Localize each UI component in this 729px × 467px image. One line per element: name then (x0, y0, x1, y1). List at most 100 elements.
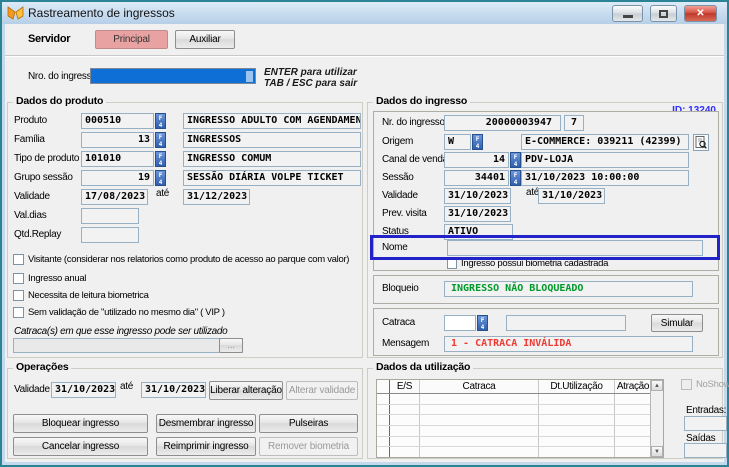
leitura-biometrica-checkbox-label: Necessita de leitura biometrica (28, 290, 149, 301)
nr-ingresso-field[interactable]: 20000003947 (444, 115, 561, 131)
catracas-permitidas-field[interactable] (13, 338, 243, 353)
minimize-button[interactable] (612, 5, 643, 22)
header-es: E/S (390, 380, 420, 393)
operations-validade-from-field[interactable]: 31/10/2023 (51, 382, 116, 398)
product-validade-ate-label: até (156, 188, 169, 199)
biometria-cadastrada-checkbox[interactable]: Ingresso possui biometria cadastrada (447, 258, 608, 269)
product-group: Dados do produto Produto 000510 F4 INGRE… (7, 102, 363, 358)
bloquear-ingresso-button[interactable]: Bloquear ingresso (13, 414, 148, 433)
sessao-code-field[interactable]: 34401 (444, 170, 509, 186)
catraca-lookup-button[interactable]: F4 (477, 315, 488, 331)
close-button[interactable]: ✕ (684, 5, 717, 22)
liberar-alteracao-button[interactable]: Liberar alteração (209, 381, 283, 400)
table-row[interactable] (377, 437, 663, 448)
f4-icon: 4 (159, 179, 163, 186)
catracas-browse-button[interactable]: ... (219, 338, 243, 353)
enter-hint: ENTER para utilizar (264, 67, 357, 78)
tipo-produto-code-field[interactable]: 101010 (81, 151, 154, 167)
canal-venda-desc-field: PDV-LOJA (521, 152, 689, 168)
f4-icon: 4 (476, 143, 480, 150)
tipo-produto-label: Tipo de produto (14, 153, 79, 164)
origem-lookup-button[interactable]: F4 (472, 134, 483, 150)
table-row[interactable] (377, 447, 663, 457)
table-row[interactable] (377, 394, 663, 405)
alterar-validade-button[interactable]: Alterar validade (286, 381, 358, 400)
nome-label: Nome (382, 242, 407, 253)
operations-validade-to-field[interactable]: 31/10/2023 (141, 382, 206, 398)
ticket-number-input[interactable] (90, 68, 256, 84)
scroll-down-icon[interactable]: ▼ (651, 446, 663, 457)
visitante-checkbox[interactable]: Visitante (considerar nos relatorios com… (13, 254, 349, 265)
val-dias-label: Val.dias (14, 210, 46, 221)
operations-validade-ate-label: até (120, 381, 133, 392)
app-window: Rastreamento de ingressos ✕ Servidor Pri… (0, 0, 729, 467)
sessao-label: Sessão (382, 172, 414, 183)
ticket-group-title: Dados do ingresso (373, 95, 470, 107)
nr-ingresso-digit-field[interactable]: 7 (564, 115, 584, 131)
prev-visita-label: Prev. visita (382, 208, 427, 219)
f4-icon: F (159, 153, 163, 160)
vip-checkbox[interactable]: Sem validação de "utilizado no mesmo dia… (13, 307, 225, 318)
leitura-biometrica-checkbox[interactable]: Necessita de leitura biometrica (13, 290, 149, 301)
minimize-icon (623, 15, 633, 18)
usage-table[interactable]: E/S Catraca Dt.Utilização Atração (376, 379, 664, 458)
familia-desc-field: INGRESSOS (183, 132, 361, 148)
origem-detail-button[interactable] (693, 134, 709, 151)
qtd-replay-field[interactable] (81, 227, 139, 243)
table-row[interactable] (377, 405, 663, 416)
origem-code-field[interactable]: W (444, 134, 471, 150)
table-row[interactable] (377, 426, 663, 437)
text-caret (246, 71, 253, 82)
nome-field[interactable] (447, 240, 703, 256)
grupo-sessao-lookup-button[interactable]: F4 (155, 170, 166, 186)
tab-esc-hint: TAB / ESC para sair (264, 78, 357, 89)
checkbox-box-icon (13, 307, 24, 318)
tipo-produto-lookup-button[interactable]: F4 (155, 151, 166, 167)
document-magnifier-icon (695, 136, 707, 149)
cancelar-ingresso-button[interactable]: Cancelar ingresso (13, 437, 148, 456)
sessao-lookup-button[interactable]: F4 (510, 170, 521, 186)
f4-icon: 4 (159, 141, 163, 148)
ingresso-anual-checkbox[interactable]: Ingresso anual (13, 273, 86, 284)
reimprimir-ingresso-button[interactable]: Reimprimir ingresso (156, 437, 256, 456)
checkbox-box-icon (447, 259, 457, 269)
table-scrollbar[interactable]: ▲ ▼ (650, 380, 663, 457)
produto-lookup-button[interactable]: F4 (155, 113, 166, 129)
simular-button[interactable]: Simular (651, 314, 703, 332)
familia-code-field[interactable]: 13 (81, 132, 154, 148)
mensagem-label: Mensagem (382, 338, 429, 349)
grupo-sessao-code-field[interactable]: 19 (81, 170, 154, 186)
operations-group: Operações Validade 31/10/2023 até 31/10/… (7, 368, 363, 459)
f4-icon: 4 (514, 161, 518, 168)
usage-table-body (377, 394, 663, 457)
catraca-code-field[interactable] (444, 315, 476, 331)
product-validade-to-field[interactable]: 31/12/2023 (183, 189, 250, 205)
f4-icon: F (159, 172, 163, 179)
ticket-number-label: Nro. do ingresso (28, 71, 97, 82)
val-dias-field[interactable] (81, 208, 139, 224)
produto-code-field[interactable]: 000510 (81, 113, 154, 129)
desmembrar-ingresso-button[interactable]: Desmembrar ingresso (156, 414, 256, 433)
product-group-title: Dados do produto (13, 95, 106, 107)
remover-biometria-button[interactable]: Remover biometria (259, 437, 358, 456)
scroll-up-icon[interactable]: ▲ (651, 380, 663, 391)
prev-visita-field[interactable]: 31/10/2023 (444, 206, 511, 222)
server-auxiliar-button[interactable]: Auxiliar (175, 30, 235, 49)
client-area: Servidor Principal Auxiliar Nro. do ingr… (5, 24, 724, 462)
noshow-checkbox[interactable]: NoShow (681, 379, 729, 390)
canal-venda-lookup-button[interactable]: F4 (510, 152, 521, 168)
table-row[interactable] (377, 415, 663, 426)
familia-lookup-button[interactable]: F4 (155, 132, 166, 148)
server-principal-button[interactable]: Principal (95, 30, 168, 49)
ticket-validade-from-field[interactable]: 31/10/2023 (444, 188, 511, 204)
pulseiras-button[interactable]: Pulseiras (259, 414, 358, 433)
title-bar: Rastreamento de ingressos ✕ (2, 2, 727, 24)
product-validade-from-field[interactable]: 17/08/2023 (81, 189, 148, 205)
canal-venda-code-field[interactable]: 14 (444, 152, 509, 168)
origem-label: Origem (382, 136, 413, 147)
ticket-validade-to-field[interactable]: 31/10/2023 (538, 188, 605, 204)
checkbox-box-icon (13, 254, 24, 265)
f4-icon: F (514, 154, 518, 161)
maximize-button[interactable] (650, 5, 677, 22)
produto-desc-field: INGRESSO ADULTO COM AGENDAMENTO (183, 113, 361, 129)
